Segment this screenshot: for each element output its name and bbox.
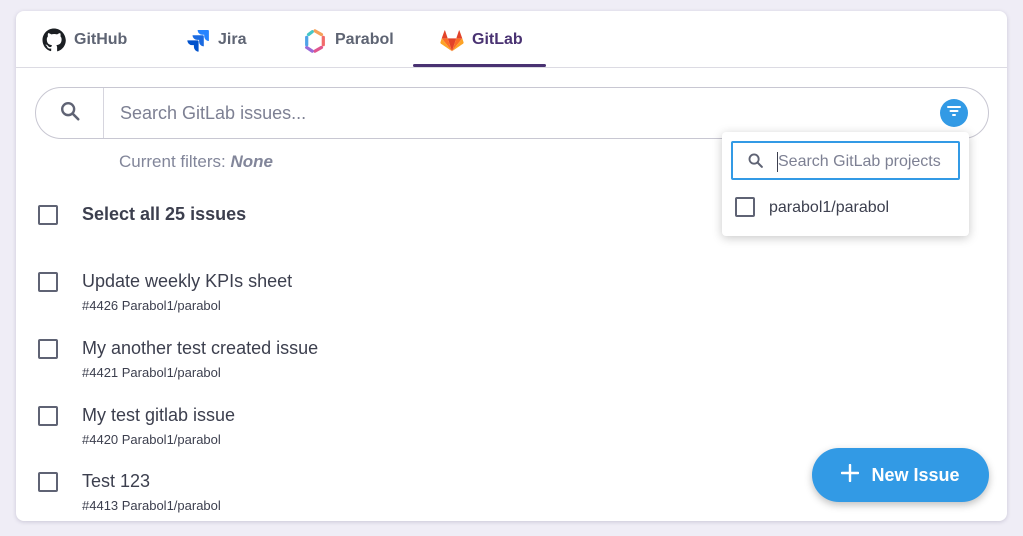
- search-icon: [59, 100, 81, 127]
- tab-gitlab[interactable]: GitLab: [440, 24, 523, 56]
- issue-title[interactable]: My test gitlab issue: [82, 405, 235, 426]
- issue-checkbox[interactable]: [38, 472, 58, 492]
- plus-icon: [841, 463, 860, 487]
- project-search-field[interactable]: [731, 141, 960, 180]
- issue-meta: #4420 Parabol1/parabol: [82, 432, 221, 447]
- integration-tabs: GitHub Jira Parabol GitLab: [16, 11, 1007, 68]
- active-tab-indicator: [413, 64, 546, 67]
- tab-label: GitLab: [472, 31, 523, 48]
- gitlab-icon: [440, 28, 464, 52]
- select-all-label[interactable]: Select all 25 issues: [82, 204, 246, 225]
- project-filter-dropdown: parabol1/parabol: [722, 132, 969, 236]
- tab-label: GitHub: [74, 31, 128, 48]
- project-checkbox[interactable]: [735, 197, 755, 217]
- current-filters: Current filters: None: [119, 152, 273, 172]
- issue-title[interactable]: Test 123: [82, 471, 150, 492]
- new-issue-button[interactable]: New Issue: [812, 448, 989, 502]
- issue-title[interactable]: Update weekly KPIs sheet: [82, 271, 292, 292]
- tab-parabol[interactable]: Parabol: [303, 24, 394, 56]
- issue-checkbox[interactable]: [38, 272, 58, 292]
- filter-button[interactable]: [940, 99, 968, 127]
- project-option-label[interactable]: parabol1/parabol: [769, 199, 889, 217]
- issue-checkbox[interactable]: [38, 406, 58, 426]
- issue-meta: #4426 Parabol1/parabol: [82, 298, 221, 313]
- tab-label: Parabol: [335, 31, 394, 48]
- github-icon: [42, 28, 66, 52]
- issue-meta: #4413 Parabol1/parabol: [82, 498, 221, 513]
- new-issue-label: New Issue: [871, 464, 960, 485]
- text-cursor: [777, 152, 778, 172]
- search-icon: [747, 152, 764, 174]
- search-button[interactable]: [36, 88, 104, 138]
- tab-github[interactable]: GitHub: [42, 24, 127, 56]
- issue-meta: #4421 Parabol1/parabol: [82, 365, 221, 380]
- current-filters-value: None: [230, 152, 273, 171]
- parabol-icon: [303, 28, 327, 53]
- search-input[interactable]: [120, 102, 900, 124]
- project-search-input[interactable]: [778, 152, 954, 172]
- issue-checkbox[interactable]: [38, 339, 58, 359]
- filter-icon: [946, 103, 962, 124]
- select-all-checkbox[interactable]: [38, 205, 58, 225]
- tab-label: Jira: [218, 31, 247, 48]
- issue-title[interactable]: My another test created issue: [82, 338, 318, 359]
- tab-jira[interactable]: Jira: [186, 24, 246, 56]
- issue-picker-panel: GitHub Jira Parabol GitLab Search GitLab…: [16, 11, 1007, 521]
- jira-icon: [186, 28, 210, 52]
- current-filters-label: Current filters:: [119, 152, 226, 171]
